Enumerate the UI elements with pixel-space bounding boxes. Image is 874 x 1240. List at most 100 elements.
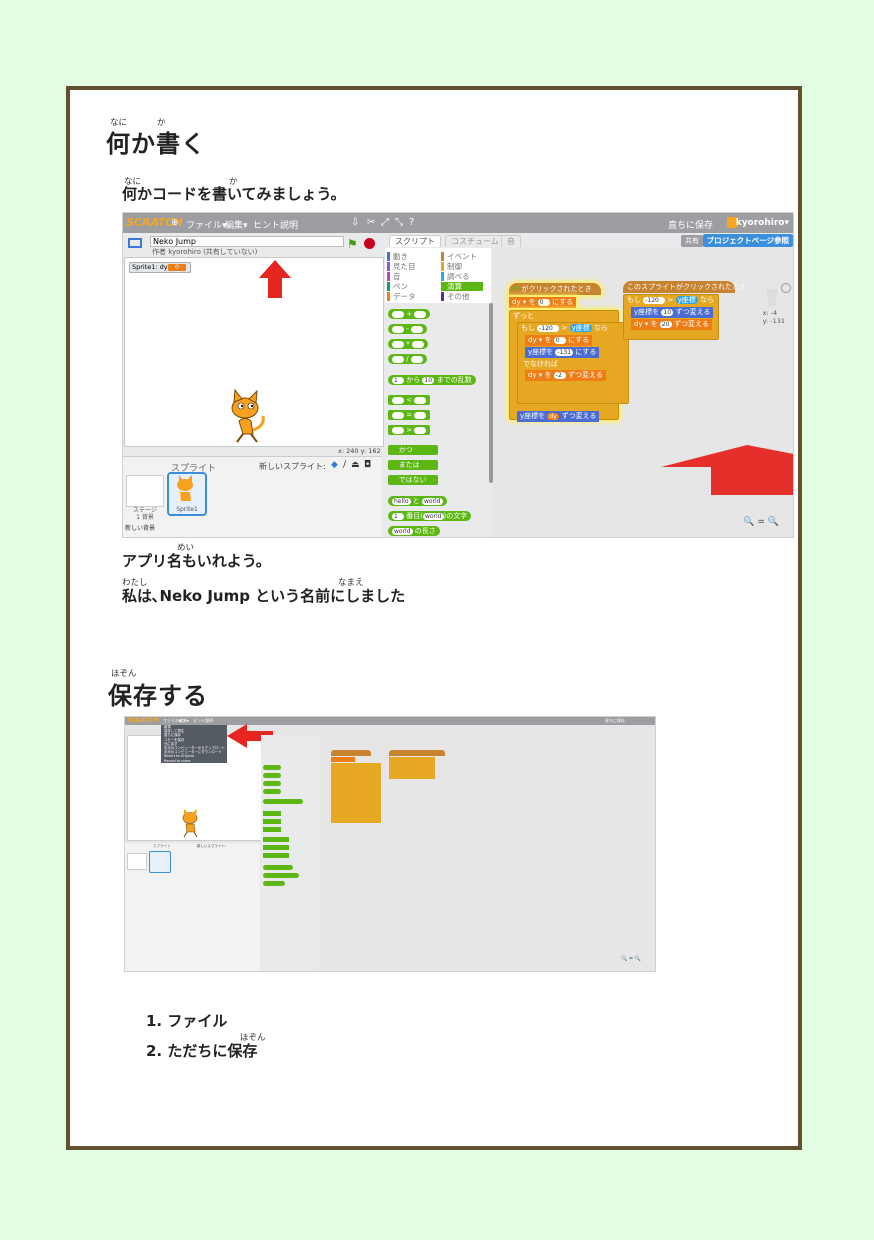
stage-thumbnail[interactable] <box>126 475 164 507</box>
change-dy-block[interactable]: dy ▾ を -2 ずつ変える <box>525 370 606 381</box>
palette2-block-6[interactable] <box>263 811 281 816</box>
category-looks[interactable]: 見た目 <box>387 262 416 271</box>
palette2-block-5[interactable] <box>263 799 303 804</box>
green-flag-icon[interactable]: ⚑ <box>347 237 358 251</box>
stage[interactable]: Sprite1: dy 0 <box>124 257 384 447</box>
palette2-block-11[interactable] <box>263 853 289 858</box>
set-block-mini[interactable] <box>331 757 355 762</box>
flag-icon: ⚑ <box>513 285 520 293</box>
length-of-block[interactable]: world の長さ <box>388 526 440 536</box>
when-flag-clicked-block[interactable]: ⚑ がクリックされたとき <box>509 283 601 295</box>
save-now-link[interactable]: 直ちに保存 <box>668 218 713 231</box>
if-block-mini[interactable] <box>389 757 435 779</box>
paint-new-sprite-icon[interactable]: ◆ <box>331 460 338 470</box>
cat-sprite[interactable] <box>223 388 271 444</box>
scripts-area[interactable]: ⚑ がクリックされたとき dy ▾ を 0 にする ずっと もし -120 > … <box>493 247 793 537</box>
pick-random-block[interactable]: 1 から 10 までの乱数 <box>388 375 476 385</box>
tab-costumes[interactable]: コスチューム <box>445 235 505 247</box>
grow-icon[interactable]: ⤢ <box>381 217 389 228</box>
hat-block-mini-2[interactable] <box>389 750 445 756</box>
pick-random-from: 1 <box>392 376 404 384</box>
duplicate-icon[interactable]: ⇩ <box>351 217 359 228</box>
menu-tips[interactable]: ヒント <box>253 218 280 231</box>
cut-icon[interactable]: ✂ <box>367 217 375 228</box>
op-eq-block[interactable]: = <box>388 410 431 420</box>
neko-jump-text: 私は､Neko Jump という名前にしました <box>122 587 406 605</box>
palette2-block-13[interactable] <box>263 873 299 878</box>
op-gt-block[interactable]: > <box>388 425 431 435</box>
set-dy-block-2[interactable]: dy ▾ を 0 にする <box>525 335 593 346</box>
tab-sounds[interactable]: 音 <box>501 235 521 247</box>
help-icon[interactable]: ? <box>409 217 414 228</box>
palette2-block-12[interactable] <box>263 865 293 870</box>
palette2-block-2[interactable] <box>263 773 281 778</box>
project-page-button[interactable]: プロジェクトページ参照 <box>702 234 793 247</box>
change-y-block[interactable]: y座標を dy ずつ変える <box>517 411 600 422</box>
menu-tips-2[interactable]: ヒント <box>193 718 205 724</box>
dy-reporter: dy <box>547 412 560 420</box>
upload-icon[interactable]: ⏏ <box>351 460 360 470</box>
category-more[interactable]: その他 <box>441 292 470 301</box>
palette2-block-1[interactable] <box>263 765 281 770</box>
file-menu-item-8[interactable]: Record to video <box>161 759 227 763</box>
op-sub-block[interactable]: - <box>388 324 427 334</box>
category-sensing[interactable]: 調べる <box>441 272 470 281</box>
globe-icon[interactable]: ⊕ <box>171 218 179 228</box>
sprite1-thumbnail[interactable]: Sprite1 <box>167 472 207 516</box>
op-lt-block[interactable]: < <box>388 395 431 405</box>
menu-file[interactable]: ファイル▾ <box>186 218 227 231</box>
category-operators[interactable]: 演算 <box>441 282 483 291</box>
op-div-block[interactable]: / <box>388 354 427 364</box>
brush-icon[interactable]: / <box>343 460 346 470</box>
category-motion[interactable]: 動き <box>387 252 408 261</box>
op-add-block[interactable]: + <box>388 309 431 319</box>
palette2-block-4[interactable] <box>263 789 281 794</box>
category-control[interactable]: 制御 <box>441 262 462 271</box>
palette2-block-9[interactable] <box>263 837 289 842</box>
menu-edit-2[interactable]: 編集▾ <box>179 718 189 724</box>
join-a: hello <box>392 497 411 505</box>
scripts-area-2[interactable]: 🔍 = 🔍 <box>319 730 655 971</box>
share-button[interactable]: 共有 <box>681 235 703 247</box>
join-block[interactable]: hello と world <box>388 496 447 506</box>
intro-text: 何かコードを書いてみましょう。 <box>122 185 346 203</box>
fullscreen-icon[interactable] <box>128 238 142 248</box>
category-events[interactable]: イベント <box>441 252 477 261</box>
op-or-block[interactable]: または <box>388 460 438 470</box>
change-dy-block-2[interactable]: dy ▾ を 20 ずつ変える <box>631 319 712 330</box>
menu-about-2[interactable]: 説明 <box>205 718 213 724</box>
scratch-logo-2: SCRATCH <box>127 717 158 724</box>
user-menu[interactable]: kyorohiro▾ <box>736 218 789 228</box>
save-now-link-2[interactable]: 直ちに保存 <box>605 718 625 724</box>
category-sound[interactable]: 音 <box>387 272 401 281</box>
tab-scripts[interactable]: スクリプト <box>389 235 441 247</box>
stage-thumbnail-2[interactable] <box>127 853 147 870</box>
hat-block-mini-1[interactable] <box>331 750 371 756</box>
palette2-block-3[interactable] <box>263 781 281 786</box>
zoom-controls-2[interactable]: 🔍 = 🔍 <box>619 956 643 962</box>
letter-of-block[interactable]: 1 番目(world)の文字 <box>388 511 472 521</box>
set-y-block[interactable]: y座標を -131 にする <box>525 347 600 358</box>
change-y-block-2[interactable]: y座標を 10 ずつ変える <box>631 307 714 318</box>
palette2-block-10[interactable] <box>263 845 289 850</box>
info-toggle-icon[interactable] <box>781 283 791 293</box>
project-title-input[interactable]: Neko Jump <box>150 236 344 247</box>
set-dy-block[interactable]: dy ▾ を 0 にする <box>509 297 577 308</box>
palette2-block-8[interactable] <box>263 827 281 832</box>
shrink-icon[interactable]: ⤡ <box>395 217 403 228</box>
sprite1-thumbnail-2[interactable] <box>149 851 171 873</box>
menu-about[interactable]: 説明 <box>280 218 298 231</box>
stop-sign-icon[interactable] <box>364 238 375 249</box>
camera-icon[interactable]: ◘ <box>364 460 371 470</box>
op-not-block[interactable]: ではない <box>388 475 438 485</box>
op-mul-block[interactable]: * <box>388 339 428 349</box>
palette2-block-14[interactable] <box>263 881 285 886</box>
palette2-block-7[interactable] <box>263 819 281 824</box>
category-data[interactable]: データ <box>387 292 416 301</box>
zoom-controls[interactable]: 🔍 = 🔍 <box>743 517 779 527</box>
when-sprite-clicked-block[interactable]: このスプライトがクリックされたとき <box>623 281 746 293</box>
op-and-block[interactable]: かつ <box>388 445 438 455</box>
category-pen[interactable]: ペン <box>387 282 408 291</box>
forever-block-mini[interactable] <box>331 763 381 823</box>
menu-edit[interactable]: 編集▾ <box>225 218 248 231</box>
